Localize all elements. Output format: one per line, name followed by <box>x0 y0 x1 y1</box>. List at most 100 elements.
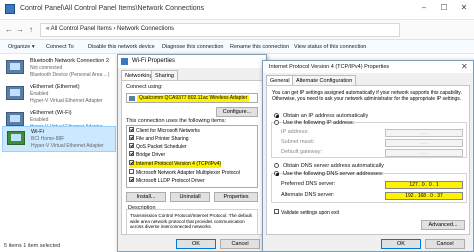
tab-sharing[interactable]: Sharing <box>151 70 178 80</box>
default-gateway-label: Default gateway: <box>281 149 322 155</box>
connection-name: Wi-Fi <box>31 129 44 135</box>
wifi-properties-dialog: Wi-Fi Properties Networking Sharing Conn… <box>117 54 267 252</box>
list-item[interactable]: File and Printer Sharing <box>129 135 189 143</box>
network-adapter-icon <box>6 112 24 126</box>
address-bar: ← → ↑ « All Control Panel Items › Networ… <box>0 20 474 40</box>
tab-general[interactable]: General <box>266 75 294 85</box>
list-item-selected[interactable]: Internet Protocol Version 4 (TCP/IPv4) <box>129 160 222 168</box>
properties-button[interactable]: Properties <box>214 192 258 202</box>
up-arrow-icon[interactable]: ↑ <box>26 25 36 35</box>
validate-checkbox-row[interactable]: Validate settings upon exit <box>274 209 340 217</box>
list-item[interactable]: vEthernet (Ethernet) Enabled Hyper-V Vir… <box>2 82 116 106</box>
checkbox[interactable] <box>129 160 134 166</box>
obtain-dns-radio[interactable] <box>274 163 279 168</box>
use-ip-label: Use the following IP address: <box>283 120 355 126</box>
connection-name: Bluetooth Network Connection 2 <box>30 58 109 64</box>
preferred-dns-field[interactable]: 127 . 0 . 0 . 1 <box>385 181 463 189</box>
validate-label: Validate settings upon exit <box>281 210 340 216</box>
list-item[interactable]: Microsoft Network Adapter Multiplexor Pr… <box>129 169 240 177</box>
subnet-mask-label: Subnet mask: <box>281 139 315 145</box>
description-text: Transmission Control Protocol/Internet P… <box>130 213 252 229</box>
checkbox[interactable] <box>129 143 134 149</box>
back-arrow-icon[interactable]: ← <box>4 25 14 35</box>
alternate-dns-value: 192 . 168 . 0 . 37 <box>405 193 443 199</box>
ok-button[interactable]: OK <box>381 239 421 249</box>
obtain-ip-radio[interactable] <box>274 113 279 118</box>
intro-text: You can get IP settings assigned automat… <box>272 90 462 102</box>
tab-alternate-configuration[interactable]: Alternate Configuration <box>292 75 357 85</box>
item-label: Bridge Driver <box>136 152 166 158</box>
description-box: Transmission Control Protocol/Internet P… <box>126 209 258 235</box>
network-adapter-icon <box>6 86 24 100</box>
item-label: Microsoft Network Adapter Multiplexor Pr… <box>136 170 240 176</box>
list-item-selected[interactable]: Wi-Fi BCI Home-88F Hyper-V Virtual Ether… <box>2 126 116 152</box>
adapter-box: Qualcomm QCA9377 802.11ac Wireless Adapt… <box>126 93 258 103</box>
maximize-icon[interactable]: ☐ <box>438 3 450 15</box>
item-label: Client for Microsoft Networks <box>136 128 200 134</box>
connection-status: BCI Home-88F <box>31 136 65 142</box>
ipv4-properties-dialog: Internet Protocol Version 4 (TCP/IPv4) P… <box>262 60 474 252</box>
advanced-button[interactable]: Advanced... <box>421 220 465 230</box>
cancel-button[interactable]: Cancel <box>220 239 260 249</box>
install-button[interactable]: Install... <box>126 192 166 202</box>
forward-arrow-icon[interactable]: → <box>15 25 25 35</box>
checkbox[interactable] <box>129 151 134 157</box>
connection-device: Hyper-V Virtual Ethernet Adapter <box>31 143 104 149</box>
minimize-icon[interactable]: – <box>418 3 430 15</box>
dialog-title: Internet Protocol Version 4 (TCP/IPv4) P… <box>269 64 390 70</box>
checkbox[interactable] <box>129 135 134 141</box>
explorer-titlebar: Control Panel\All Control Panel Items\Ne… <box>0 0 474 20</box>
obtain-dns-label: Obtain DNS server address automatically <box>283 163 384 169</box>
validate-checkbox[interactable] <box>274 209 279 215</box>
default-gateway-field[interactable]: . . . <box>385 149 463 157</box>
configure-button[interactable]: Configure... <box>216 107 258 117</box>
preferred-dns-value: 127 . 0 . 0 . 1 <box>409 182 439 188</box>
ip-address-field[interactable]: . . . <box>385 129 463 137</box>
items-list: Client for Microsoft Networks File and P… <box>126 125 258 188</box>
cancel-button[interactable]: Cancel <box>425 239 465 249</box>
uninstall-button[interactable]: Uninstall <box>170 192 210 202</box>
use-ip-radio[interactable] <box>274 120 279 125</box>
item-label: File and Printer Sharing <box>136 136 189 142</box>
status-bar: 5 items 1 item selected <box>4 243 61 249</box>
wifi-icon <box>7 131 25 145</box>
command-bar: Organize ▾ Connect To Disable this netwo… <box>0 40 474 54</box>
list-item[interactable]: QoS Packet Scheduler <box>129 143 187 151</box>
dialog-titlebar: Wi-Fi Properties <box>118 55 266 68</box>
subnet-mask-field[interactable]: . . . <box>385 139 463 147</box>
connect-using-label: Connect using: <box>126 84 163 90</box>
list-item[interactable]: Bluetooth Network Connection 2 Not conne… <box>2 56 116 80</box>
ok-button[interactable]: OK <box>176 239 216 249</box>
view-status-command[interactable]: View status of this connection <box>294 44 366 50</box>
checkbox[interactable] <box>129 177 134 183</box>
list-item[interactable]: Client for Microsoft Networks <box>129 127 200 135</box>
network-icon <box>121 58 128 65</box>
connection-status: Enabled <box>30 91 49 97</box>
general-panel: You can get IP settings assigned automat… <box>266 85 470 235</box>
connection-name: vEthernet (Wi-Fi) <box>30 110 72 116</box>
list-item[interactable]: Bridge Driver <box>129 151 166 159</box>
connection-device: Hyper-V Virtual Ethernet Adapter <box>30 98 103 104</box>
connection-name: vEthernet (Ethernet) <box>30 84 80 90</box>
connection-status: Enabled <box>30 117 49 123</box>
checkbox[interactable] <box>129 127 134 133</box>
rename-command[interactable]: Rename this connection <box>230 44 289 50</box>
alternate-dns-label: Alternate DNS server: <box>281 192 335 198</box>
breadcrumb[interactable]: « All Control Panel Items › Network Conn… <box>46 26 174 32</box>
list-item[interactable]: Microsoft LLDP Protocol Driver <box>129 177 205 185</box>
item-label: Internet Protocol Version 4 (TCP/IPv4) <box>136 161 222 167</box>
obtain-ip-label: Obtain an IP address automatically <box>283 113 369 119</box>
organize-menu[interactable]: Organize ▾ <box>8 44 35 50</box>
window-title: Control Panel\All Control Panel Items\Ne… <box>20 5 205 12</box>
ip-address-label: IP address: <box>281 129 309 135</box>
alternate-dns-field[interactable]: 192 . 168 . 0 . 37 <box>385 192 463 200</box>
disable-device-command[interactable]: Disable this network device <box>88 44 155 50</box>
close-icon[interactable]: ✕ <box>461 62 468 71</box>
connect-to-command[interactable]: Connect To <box>46 44 74 50</box>
diagnose-command[interactable]: Diagnose this connection <box>162 44 223 50</box>
close-icon[interactable]: ✕ <box>458 3 470 15</box>
checkbox[interactable] <box>129 169 134 175</box>
dialog-title: Wi-Fi Properties <box>132 58 176 64</box>
networking-panel: Connect using: Qualcomm QCA9377 802.11ac… <box>121 80 263 235</box>
use-dns-radio[interactable] <box>274 171 279 176</box>
